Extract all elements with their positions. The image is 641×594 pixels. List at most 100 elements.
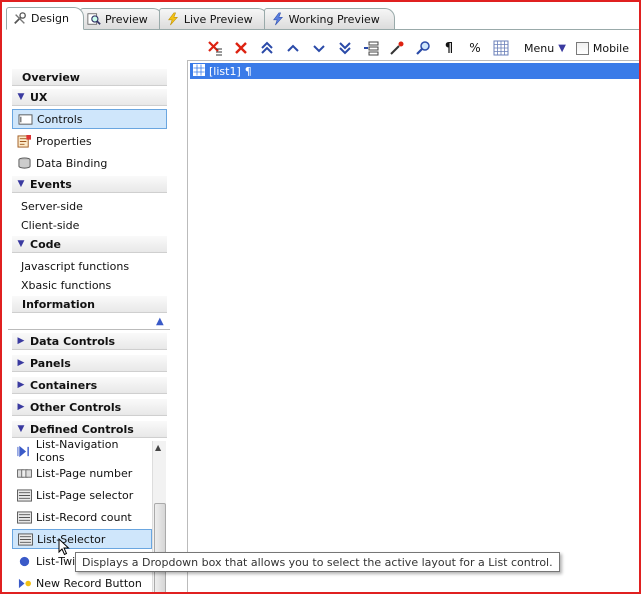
pilcrow-mark: ¶ (244, 64, 252, 78)
section-label: Events (30, 177, 72, 191)
move-bottom-icon[interactable] (332, 37, 358, 59)
section-code[interactable]: ▼ Code (12, 236, 167, 253)
chevron-down-icon: ▼ (17, 179, 25, 189)
collapse-up-icon[interactable]: ▲ (156, 316, 164, 327)
design-canvas[interactable]: [list1] ¶ (187, 60, 639, 592)
indent-icon[interactable] (358, 37, 384, 59)
mouse-cursor-icon (58, 537, 70, 559)
section-label: UX (30, 90, 48, 104)
properties-icon (16, 134, 32, 148)
view-tabs: Design Preview Live Preview Working Prev… (6, 6, 639, 30)
tab-working-preview[interactable]: Working Preview (263, 8, 395, 29)
list-item-label: List-Record count (36, 510, 132, 524)
selected-control-row[interactable]: [list1] ¶ (190, 63, 639, 79)
defined-item-list-navigation-icons[interactable]: List-Navigation Icons (12, 438, 150, 464)
chevron-right-icon: ▶ (17, 358, 25, 368)
find-icon[interactable] (410, 37, 436, 59)
page-number-icon (16, 466, 32, 480)
move-up-icon[interactable] (280, 37, 306, 59)
tab-live-preview[interactable]: Live Preview (158, 8, 268, 29)
section-label: Information (22, 297, 95, 311)
section-data-controls[interactable]: ▶ Data Controls (12, 333, 167, 350)
section-label: Containers (30, 378, 98, 392)
section-label: Data Controls (30, 334, 116, 348)
mobile-checkbox[interactable]: Mobile (575, 41, 629, 55)
tab-preview[interactable]: Preview (79, 8, 163, 29)
section-events[interactable]: ▼ Events (12, 176, 167, 193)
delete-icon[interactable] (228, 37, 254, 59)
section-label: Defined Controls (30, 422, 134, 436)
chevron-down-icon: ▼ (17, 92, 25, 102)
section-information[interactable]: Information (12, 296, 167, 313)
controls-icon (17, 112, 33, 126)
section-other-controls[interactable]: ▶ Other Controls (12, 399, 167, 416)
chevron-down-icon: ▼ (17, 424, 25, 434)
tab-label: Live Preview (183, 12, 253, 26)
section-panels[interactable]: ▶ Panels (12, 355, 167, 372)
list-item-label: List-Selector (37, 532, 106, 546)
section-defined-controls[interactable]: ▼ Defined Controls (12, 421, 167, 438)
tab-label: Design (31, 12, 69, 25)
edit-wand-icon[interactable] (384, 37, 410, 59)
nav-item-controls[interactable]: Controls (12, 109, 167, 129)
move-down-icon[interactable] (306, 37, 332, 59)
section-overview[interactable]: Overview (12, 69, 167, 86)
section-ux[interactable]: ▼ UX (12, 89, 167, 106)
lightning-icon (166, 12, 180, 26)
nav-label: Data Binding (36, 156, 108, 170)
menu-label: Menu (524, 41, 555, 55)
list-selector-icon (17, 532, 33, 546)
nav-item-javascript-functions[interactable]: Javascript functions (21, 260, 129, 273)
tooltip: Displays a Dropdown box that allows you … (75, 552, 560, 572)
panel-divider[interactable] (8, 329, 170, 330)
percent-icon[interactable]: % (462, 37, 488, 59)
database-icon (16, 156, 32, 170)
section-containers[interactable]: ▶ Containers (12, 377, 167, 394)
nav-item-data-binding[interactable]: Data Binding (12, 153, 167, 173)
percent-label: % (469, 41, 481, 55)
move-top-icon[interactable] (254, 37, 280, 59)
chevron-down-icon: ▼ (558, 42, 566, 54)
tab-label: Working Preview (288, 12, 380, 26)
control-name: [list1] (209, 64, 241, 78)
checkbox-box[interactable] (575, 41, 589, 55)
nav-item-xbasic-functions[interactable]: Xbasic functions (21, 279, 111, 292)
chevron-right-icon: ▶ (17, 336, 25, 346)
nav-item-properties[interactable]: Properties (12, 131, 167, 151)
tab-label: Preview (104, 12, 148, 26)
nav-item-client-side[interactable]: Client-side (21, 219, 79, 232)
grid-icon[interactable] (488, 37, 514, 59)
magnify-page-icon (87, 12, 101, 26)
scroll-up-icon[interactable]: ▲ (155, 443, 161, 452)
nav-label: Properties (36, 134, 92, 148)
list-item-label: List-Page selector (36, 488, 134, 502)
defined-item-list-page-number[interactable]: List-Page number (12, 463, 150, 483)
lightning-icon (271, 12, 285, 26)
pilcrow-icon[interactable]: ¶ (436, 37, 462, 59)
tooltip-text: Displays a Dropdown box that allows you … (82, 555, 553, 569)
tab-design[interactable]: Design (6, 7, 84, 30)
nav-item-server-side[interactable]: Server-side (21, 200, 83, 213)
cut-delete-icon[interactable] (202, 37, 228, 59)
defined-item-list-page-selector[interactable]: List-Page selector (12, 485, 150, 505)
designer-toolbar: ¶ % Menu ▼ Mobile (202, 37, 629, 59)
chevron-right-icon: ▶ (17, 380, 25, 390)
list-control-icon (193, 63, 205, 79)
section-label: Overview (22, 70, 80, 84)
scroll-thumb[interactable] (154, 503, 166, 592)
tools-icon (13, 11, 27, 26)
nav-label: Controls (37, 112, 83, 126)
page-selector-icon (16, 488, 32, 502)
defined-item-list-record-count[interactable]: List-Record count (12, 507, 150, 527)
menu-dropdown[interactable]: Menu ▼ (524, 42, 566, 55)
list-item-label: New Record Button (36, 576, 142, 590)
pilcrow-label: ¶ (444, 40, 454, 56)
chevron-down-icon: ▼ (17, 239, 25, 249)
app-window: Design Preview Live Preview Working Prev… (0, 0, 641, 594)
section-label: Panels (30, 356, 71, 370)
defined-item-list-selector[interactable]: List-Selector (12, 529, 152, 549)
defined-item-new-record-button[interactable]: New Record Button (12, 573, 150, 592)
section-label: Code (30, 237, 61, 251)
list-item-label: List-Page number (36, 466, 133, 480)
record-count-icon (16, 510, 32, 524)
